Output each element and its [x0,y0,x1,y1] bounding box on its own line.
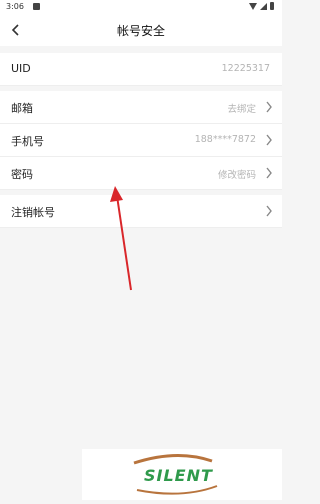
chevron-right-icon [266,134,272,146]
email-label: 邮箱 [11,102,33,115]
delete-account-label: 注销帐号 [11,206,55,219]
password-label: 密码 [11,168,33,181]
email-value: 去绑定 [227,104,256,115]
chevron-right-icon [266,205,272,217]
password-row[interactable]: 密码 修改密码 [0,157,282,190]
status-time: 3:06 [6,2,24,11]
signal-icon [260,2,267,10]
password-value: 修改密码 [217,170,256,181]
app-header: 帐号安全 [0,14,282,46]
page-title: 帐号安全 [116,24,165,38]
battery-icon [270,2,274,10]
delete-account-row[interactable]: 注销帐号 [0,195,282,228]
email-row[interactable]: 邮箱 去绑定 [0,91,282,124]
status-bar: 3:06 [0,0,282,14]
image-notification-icon [33,3,40,10]
phone-value: 188****7872 [194,134,256,145]
chevron-right-icon [266,101,272,113]
phone-row[interactable]: 手机号 188****7872 [0,124,282,157]
watermark-logo-image: SILENT [133,453,218,495]
phone-label: 手机号 [11,135,44,148]
uid-label: UID [11,62,31,75]
watermark-logo: SILENT [82,449,282,500]
annotation-arrow [110,186,132,291]
status-icons [249,2,274,10]
wifi-icon [249,2,257,10]
watermark-text: SILENT [144,466,213,485]
chevron-right-icon [266,167,272,179]
uid-row: UID 12225317 [0,53,282,86]
uid-value: 12225317 [221,63,270,74]
